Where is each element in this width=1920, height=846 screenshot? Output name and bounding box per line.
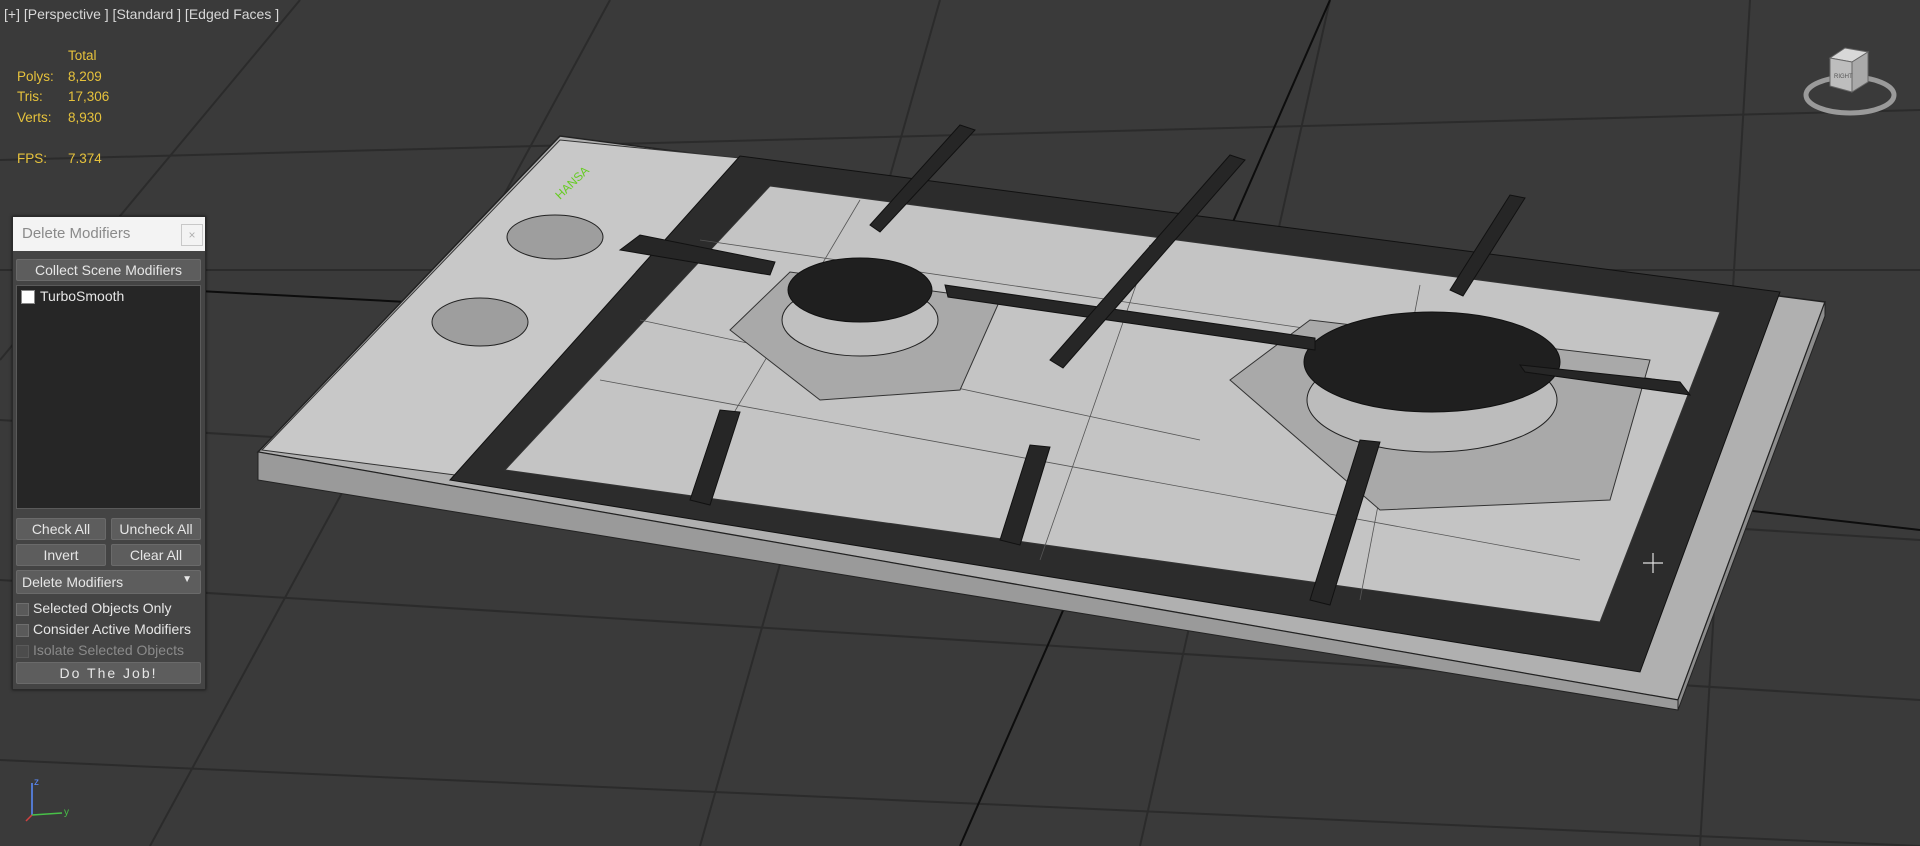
uncheck-all-button[interactable]: Uncheck All — [111, 518, 201, 540]
fps-value: 7.374 — [68, 151, 102, 166]
modifier-list[interactable]: TurboSmooth — [16, 285, 201, 509]
cooktop-model: HANSA — [256, 124, 1827, 711]
dialog-title: Delete Modifiers — [22, 225, 131, 242]
view-cube-icon: RIGHT — [1803, 47, 1897, 116]
fps-label: FPS: — [17, 151, 48, 166]
stats-value: 8,930 — [68, 109, 102, 125]
option-label: Selected Objects Only — [33, 600, 172, 616]
option-label: Isolate Selected Objects — [33, 642, 184, 658]
modifier-checkbox[interactable] — [21, 290, 35, 305]
stats-label: Polys: — [17, 68, 54, 84]
clear-all-button[interactable]: Clear All — [111, 544, 201, 566]
dialog-titlebar[interactable]: Delete Modifiers × — [13, 217, 205, 251]
perspective-viewport[interactable]: HANSA [+] [Perspective ] [Standard ] [Ed… — [0, 0, 1920, 846]
mode-select-value: Delete Modifiers — [22, 574, 124, 590]
selected-objects-only-option[interactable]: Selected Objects Only — [16, 600, 172, 618]
check-all-button[interactable]: Check All — [16, 518, 106, 540]
stats-label: Tris: — [17, 89, 43, 104]
option-checkbox[interactable] — [16, 602, 29, 616]
invert-button[interactable]: Invert — [16, 544, 106, 566]
svg-text:RIGHT: RIGHT — [1834, 74, 1853, 80]
do-the-job-button[interactable]: Do The Job! — [16, 662, 201, 684]
option-checkbox — [16, 644, 29, 658]
close-button[interactable]: × — [181, 224, 203, 246]
list-item[interactable]: TurboSmooth — [21, 288, 124, 306]
stats-label: Verts: — [17, 109, 52, 125]
delete-modifiers-dialog: Delete Modifiers × Collect Scene Modifie… — [12, 216, 206, 690]
chevron-down-icon: ▼ — [182, 574, 192, 585]
option-checkbox[interactable] — [16, 623, 29, 637]
fps-readout: FPS: 7.374 — [17, 151, 102, 166]
view-cube[interactable]: RIGHT — [1800, 40, 1900, 134]
axis-tripod: z y — [22, 775, 82, 829]
axis-z-label: z — [34, 777, 39, 788]
collect-scene-modifiers-button[interactable]: Collect Scene Modifiers — [16, 259, 201, 281]
viewport-label[interactable]: [+] [Perspective ] [Standard ] [Edged Fa… — [4, 6, 279, 22]
axis-y-label: y — [64, 807, 69, 818]
consider-active-modifiers-option[interactable]: Consider Active Modifiers — [16, 621, 191, 639]
axis-tripod-icon: z y — [25, 777, 69, 822]
mode-select[interactable]: Delete Modifiers ▼ — [16, 570, 201, 594]
option-label: Consider Active Modifiers — [33, 621, 191, 637]
stats-value: 17,306 — [68, 89, 110, 104]
modifier-label: TurboSmooth — [40, 288, 125, 304]
stats-header: Total — [68, 48, 97, 63]
viewport-scene: HANSA — [0, 0, 1920, 846]
stats-value: 8,209 — [68, 68, 102, 84]
isolate-selected-objects-option: Isolate Selected Objects — [16, 642, 184, 660]
